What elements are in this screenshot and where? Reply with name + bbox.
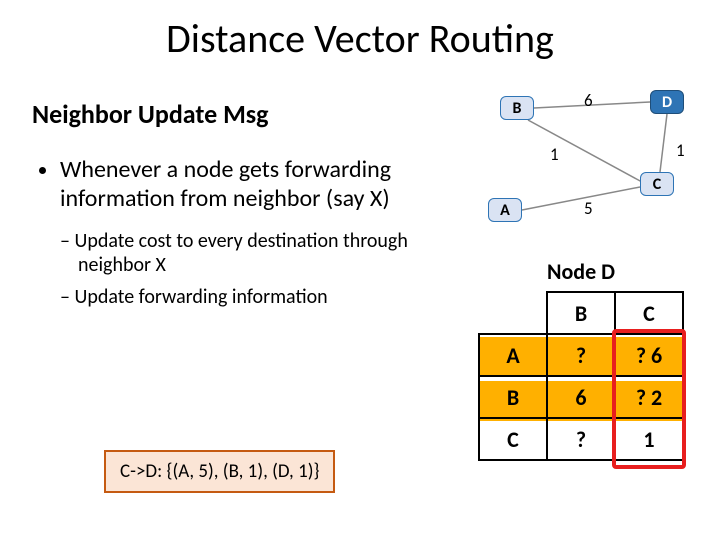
cell-a-c: ? 6 xyxy=(615,334,683,376)
edge-label-ac: 5 xyxy=(584,198,593,219)
edge-label-bd: 6 xyxy=(584,90,593,111)
cell-b-b: 6 xyxy=(547,376,615,418)
edge-label-cd: 1 xyxy=(676,140,685,161)
cell-a-c-old: ? xyxy=(636,342,646,369)
node-b: B xyxy=(500,96,534,120)
node-d: D xyxy=(650,90,684,114)
sub-bullet-2: Update forwarding information xyxy=(60,285,462,309)
section-subtitle: Neighbor Update Msg xyxy=(32,98,269,130)
col-header-b: B xyxy=(547,292,615,334)
node-a: A xyxy=(488,198,522,222)
bullet-list: Whenever a node gets forwarding informat… xyxy=(32,155,462,317)
cell-a-b: ? xyxy=(547,334,615,376)
corner-cell xyxy=(479,292,547,334)
cell-b-c-new: 2 xyxy=(651,384,662,411)
cell-b-c-old: ? xyxy=(636,384,646,411)
network-graph: B D A C 6 1 1 5 xyxy=(480,90,700,240)
distance-table-wrap: Node D B C A ? ? 6 B 6 ? xyxy=(478,258,684,461)
row-header-b: B xyxy=(479,376,547,418)
node-c: C xyxy=(640,172,674,196)
cell-a-c-new: 6 xyxy=(651,342,662,369)
cell-c-c: 1 xyxy=(615,418,683,460)
slide-title: Distance Vector Routing xyxy=(0,0,720,63)
distance-table: B C A ? ? 6 B 6 ? 2 C ? xyxy=(478,291,684,461)
main-bullet: Whenever a node gets forwarding informat… xyxy=(60,155,462,213)
update-message-box: C->D: {(A, 5), (B, 1), (D, 1)} xyxy=(104,450,335,493)
edge-label-bc: 1 xyxy=(550,144,559,165)
row-header-c: C xyxy=(479,418,547,460)
cell-c-b: ? xyxy=(547,418,615,460)
col-header-c: C xyxy=(615,292,683,334)
table-title: Node D xyxy=(478,258,684,285)
sub-bullet-1: Update cost to every destination through… xyxy=(60,229,462,277)
row-header-a: A xyxy=(479,334,547,376)
cell-b-c: ? 2 xyxy=(615,376,683,418)
